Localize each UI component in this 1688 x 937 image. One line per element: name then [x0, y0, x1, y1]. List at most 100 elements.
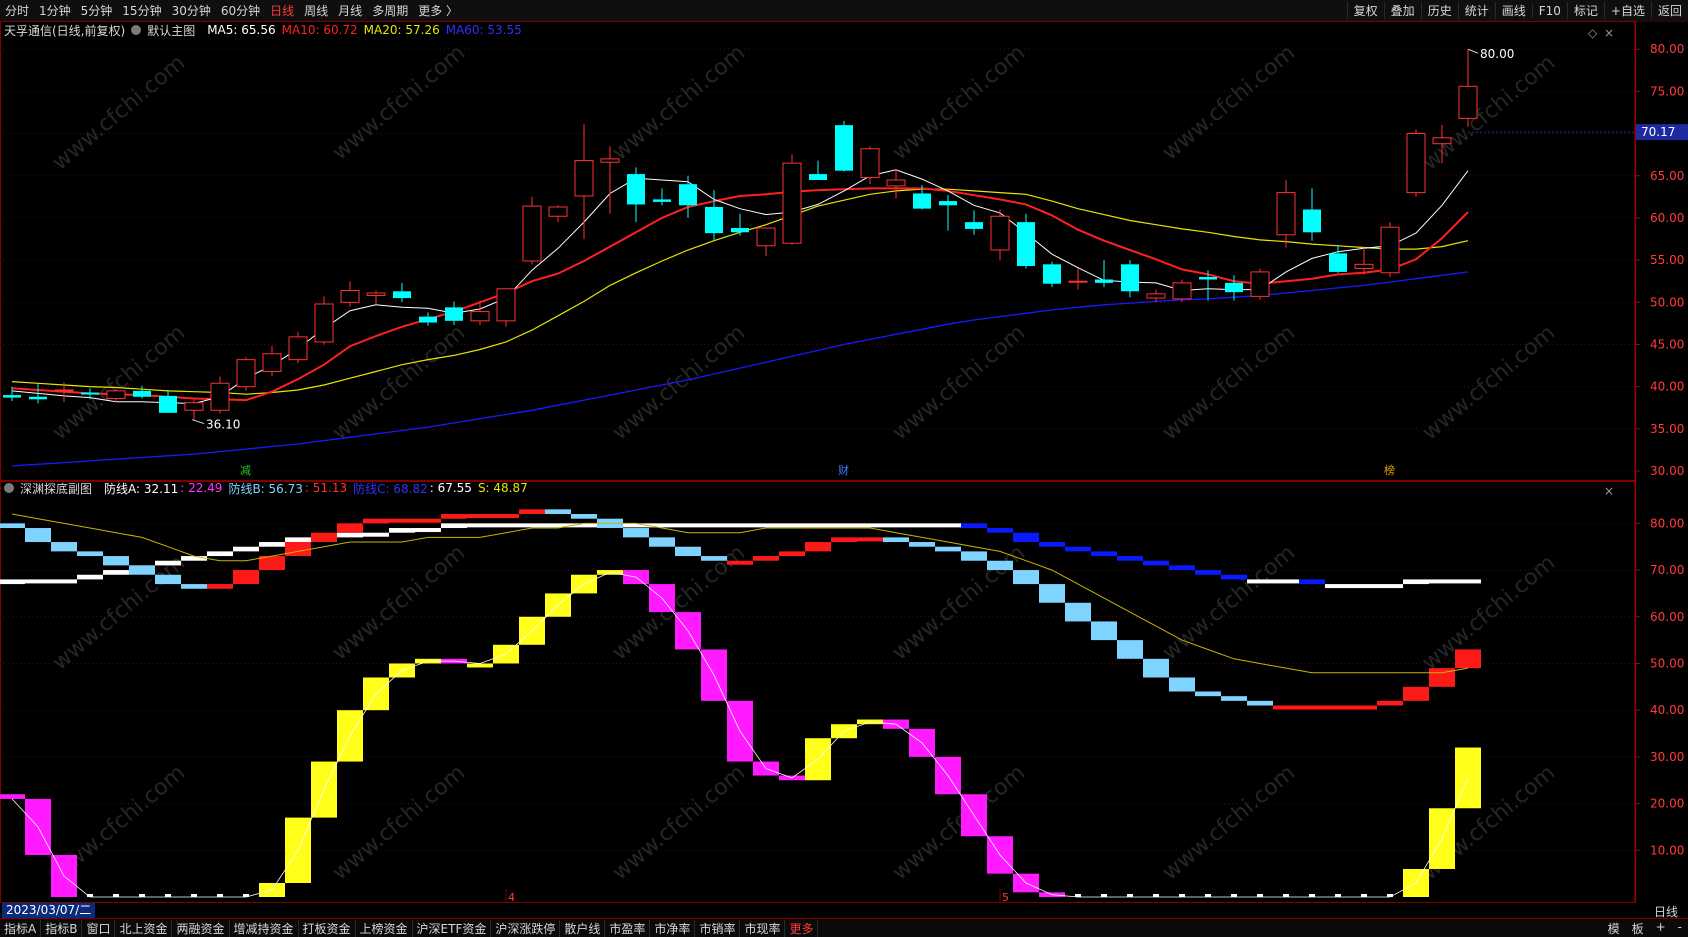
- tab-etf-funds[interactable]: 沪深ETF资金: [413, 919, 492, 937]
- tab-pe[interactable]: 市盈率: [605, 919, 651, 937]
- line-a-floor-dot: [1257, 894, 1263, 897]
- stats-button[interactable]: 统计: [1457, 2, 1495, 19]
- period-tab-30min[interactable]: 30分钟: [167, 2, 216, 19]
- tab-limit-stats[interactable]: 沪深涨跌停: [491, 919, 561, 937]
- tab-holdings-change[interactable]: 增减持资金: [230, 919, 299, 937]
- candle-body-down: [835, 125, 853, 171]
- f10-button[interactable]: F10: [1531, 3, 1567, 18]
- line-b-block: [467, 514, 493, 519]
- watermark-text: www.cfchi.com: [1418, 50, 1560, 175]
- mark-button[interactable]: 标记: [1566, 2, 1604, 19]
- watermark-text: www.cfchi.com: [328, 40, 470, 165]
- line-a-floor-dot: [1309, 894, 1315, 897]
- candle-body-up: [1354, 263, 1374, 270]
- period-tab-daily[interactable]: 日线: [265, 2, 299, 19]
- watermark-text: www.cfchi.com: [1158, 40, 1300, 165]
- sub-tick-label: 50.00: [1650, 656, 1684, 670]
- indicator-toggle[interactable]: 默认主图: [131, 22, 201, 39]
- candle-body-down: [1199, 276, 1217, 280]
- tab-margin[interactable]: 两融资金: [172, 919, 230, 937]
- cursor-date-label: 2023/03/07/二: [2, 903, 96, 918]
- candle-body-up: [314, 303, 334, 343]
- period-tab-1min[interactable]: 1分钟: [34, 2, 76, 19]
- adjust-button[interactable]: 复权: [1346, 2, 1384, 19]
- zoom-in-button[interactable]: +: [1650, 920, 1672, 937]
- line-b-block: [1195, 691, 1221, 697]
- line-a-floor-dot: [165, 894, 171, 897]
- line-b-block: [831, 537, 857, 543]
- zoom-out-button[interactable]: -: [1672, 920, 1688, 937]
- period-tab-multi[interactable]: 多周期: [367, 2, 413, 19]
- price-tick-label: 75.00: [1650, 84, 1684, 98]
- template-button[interactable]: 模: [1602, 920, 1626, 937]
- watermark-text: www.cfchi.com: [328, 540, 470, 665]
- main-chart-legend: 天孚通信(日线,前复权) 默认主图 MA5: 65.56 MA10: 60.72…: [4, 22, 528, 38]
- candle-body-up: [262, 353, 282, 372]
- line-b-block: [1143, 658, 1169, 678]
- tab-indicator-b[interactable]: 指标B: [41, 919, 83, 937]
- line-b-block: [935, 546, 961, 552]
- indicator-toolbar: 指标A 指标B 窗口 北上资金 两融资金 增减持资金 打板资金 上榜资金 沪深E…: [0, 918, 1688, 937]
- period-tab-60min[interactable]: 60分钟: [216, 2, 265, 19]
- line-a-floor-dot: [217, 894, 223, 897]
- period-tab-minute[interactable]: 分时: [0, 2, 34, 19]
- tab-pb[interactable]: 市净率: [650, 919, 696, 937]
- tab-northbound[interactable]: 北上资金: [115, 919, 173, 937]
- draw-button[interactable]: 画线: [1494, 2, 1532, 19]
- line-c-block: [1091, 551, 1117, 557]
- watermark-text: www.cfchi.com: [328, 760, 470, 885]
- candle-body-up: [236, 359, 256, 388]
- line-b-block: [883, 537, 909, 543]
- history-button[interactable]: 历史: [1420, 2, 1458, 19]
- sub-indicator-toggle[interactable]: 深渊探底副图: [4, 480, 98, 497]
- candle-body-down: [133, 390, 151, 397]
- tab-limitup-funds[interactable]: 打板资金: [299, 919, 356, 937]
- tab-window[interactable]: 窗口: [82, 919, 116, 937]
- tab-more[interactable]: 更多: [785, 919, 819, 937]
- period-tab-15min[interactable]: 15分钟: [117, 2, 166, 19]
- tab-dragon-tiger[interactable]: 上榜资金: [356, 919, 413, 937]
- add-watchlist-button[interactable]: +自选: [1603, 2, 1651, 19]
- line-c-block: [753, 523, 779, 528]
- candle-body-up: [1250, 271, 1270, 297]
- back-button[interactable]: 返回: [1650, 2, 1688, 19]
- line-b-block: [389, 518, 415, 523]
- candle-body-up: [548, 206, 568, 217]
- line-a-floor-dot: [113, 894, 119, 897]
- line-c-block: [1455, 579, 1481, 584]
- line-b-legend: 防线B: 56.73: [228, 481, 303, 496]
- period-tab-more[interactable]: 更多 〉: [413, 2, 463, 19]
- board-button[interactable]: 板: [1626, 920, 1650, 937]
- line-c-block: [103, 570, 129, 575]
- line-b-block: [51, 542, 77, 552]
- candle-body-up: [1276, 192, 1296, 236]
- line-a-floor-dot: [1231, 894, 1237, 897]
- watermark-text: www.cfchi.com: [48, 50, 190, 175]
- line-c-block: [467, 523, 493, 528]
- min-price-label: 36.10: [206, 418, 240, 432]
- tab-indicator-a[interactable]: 指标A: [0, 919, 42, 937]
- line-b-block: [701, 556, 727, 561]
- period-tab-weekly[interactable]: 周线: [299, 2, 333, 19]
- overlay-button[interactable]: 叠加: [1383, 2, 1421, 19]
- price-tick-label: 45.00: [1650, 337, 1684, 351]
- candle-body-up: [574, 160, 594, 197]
- watermark-text: www.cfchi.com: [1158, 320, 1300, 445]
- period-tab-monthly[interactable]: 月线: [333, 2, 367, 19]
- period-tab-5min[interactable]: 5分钟: [76, 2, 118, 19]
- tab-ps[interactable]: 市销率: [695, 919, 741, 937]
- watermark-text: www.cfchi.com: [1418, 550, 1560, 675]
- tab-retail-line[interactable]: 散户线: [560, 919, 606, 937]
- line-c-block: [25, 579, 51, 584]
- chart-canvas[interactable]: www.cfchi.com www.cfchi.com www.cfchi.com w…: [0, 21, 1688, 903]
- line-a-floor-dot: [1335, 894, 1341, 897]
- sub-chart-legend: 深渊探底副图 防线A: 32.11 : 22.49 防线B: 56.73 : 5…: [4, 480, 534, 496]
- line-b-block: [25, 528, 51, 543]
- candle-body-down: [1121, 264, 1139, 292]
- bottom-right-group: 模 板 + -: [1602, 920, 1688, 937]
- line-b-block: [363, 518, 389, 524]
- candle-body-down: [679, 184, 697, 206]
- line-c-block: [805, 523, 831, 528]
- tab-pcf[interactable]: 市现率: [740, 919, 786, 937]
- line-c-block: [51, 579, 77, 584]
